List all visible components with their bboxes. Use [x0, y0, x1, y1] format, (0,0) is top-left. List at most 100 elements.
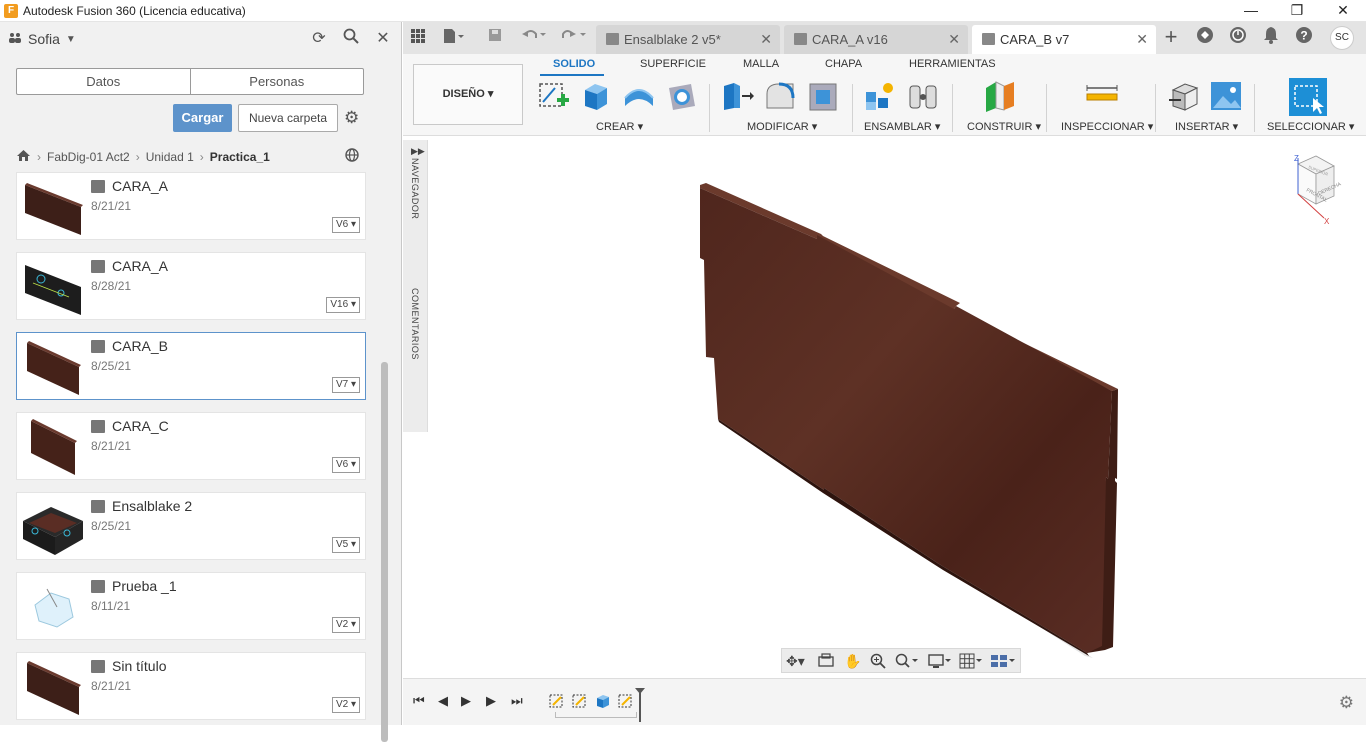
tab-solido[interactable]: SOLIDO [553, 58, 595, 70]
timeline-sketch-icon[interactable] [572, 693, 588, 709]
new-tab-icon[interactable]: + [1159, 24, 1183, 50]
job-status-icon[interactable] [1226, 26, 1250, 49]
version-badge[interactable]: V6 ▾ [331, 217, 360, 233]
minimize-button[interactable]: — [1228, 0, 1274, 22]
upload-button[interactable]: Cargar [173, 104, 232, 132]
list-item[interactable]: CARA_A 8/21/21 V6 ▾ [16, 172, 366, 240]
breadcrumb-project[interactable]: FabDig-01 Act2 [47, 150, 130, 164]
list-item[interactable]: Prueba _1 8/11/21 V2 ▾ [16, 572, 366, 640]
tab-datos[interactable]: Datos [17, 69, 191, 94]
group-inspeccionar[interactable]: INSPECCIONAR ▾ [1061, 120, 1153, 133]
play-icon[interactable]: ▶ [461, 693, 471, 709]
redo-icon[interactable] [561, 28, 587, 47]
tab-herramientas[interactable]: HERRAMIENTAS [909, 58, 996, 70]
create-sketch-icon[interactable] [537, 80, 571, 112]
version-badge[interactable]: V6 ▾ [331, 457, 360, 473]
gear-icon[interactable]: ⚙ [344, 108, 359, 128]
tab-malla[interactable]: MALLA [743, 58, 779, 70]
search-icon[interactable] [341, 28, 361, 49]
zoom-icon[interactable] [870, 653, 886, 672]
home-icon[interactable] [16, 149, 31, 165]
restore-button[interactable]: ❐ [1274, 0, 1320, 22]
chevron-down-icon[interactable]: ▼ [66, 34, 76, 45]
viewports-icon[interactable] [990, 653, 1016, 672]
refresh-icon[interactable]: ⟳ [309, 28, 329, 49]
display-settings-icon[interactable] [928, 653, 952, 672]
new-folder-button[interactable]: Nueva carpeta [238, 104, 338, 132]
go-to-start-icon[interactable]: ⏮ [413, 693, 425, 709]
joint-icon[interactable] [906, 80, 940, 112]
wood-panel-model[interactable] [700, 188, 1112, 653]
workspace-selector[interactable]: DISEÑO ▾ [413, 64, 523, 125]
insert-image-icon[interactable] [1209, 80, 1243, 112]
avatar[interactable]: SC [1330, 26, 1354, 50]
close-icon[interactable]: ✕ [948, 25, 960, 54]
list-item[interactable]: CARA_C 8/21/21 V6 ▾ [16, 412, 366, 480]
tab-chapa[interactable]: CHAPA [825, 58, 862, 70]
press-pull-icon[interactable] [720, 80, 754, 112]
tab-personas[interactable]: Personas [191, 69, 364, 94]
group-insertar[interactable]: INSERTAR ▾ [1175, 120, 1238, 133]
timeline-sketch-icon[interactable] [549, 693, 565, 709]
go-to-end-icon[interactable]: ⏭ [511, 693, 523, 709]
hole-icon[interactable] [665, 80, 699, 112]
version-badge[interactable]: V5 ▾ [331, 537, 360, 553]
group-modificar[interactable]: MODIFICAR ▾ [747, 120, 817, 133]
step-forward-icon[interactable]: ▶ [486, 693, 496, 709]
group-crear[interactable]: CREAR ▾ [596, 120, 643, 133]
list-item[interactable]: CARA_B 8/25/21 V7 ▾ [16, 332, 366, 400]
offset-plane-icon[interactable] [984, 80, 1018, 112]
pan-hand-icon[interactable]: ✋ [844, 653, 861, 670]
notifications-icon[interactable] [1259, 26, 1283, 49]
navigator-label[interactable]: NAVEGADOR [410, 158, 420, 219]
extrude-icon[interactable] [579, 80, 613, 112]
tab-superficie[interactable]: SUPERFICIE [640, 58, 706, 70]
fillet-icon[interactable] [763, 80, 797, 112]
group-seleccionar[interactable]: SELECCIONAR ▾ [1267, 120, 1354, 133]
tab-ensalblake[interactable]: Ensalblake 2 v5* ✕ [596, 25, 780, 54]
timeline-settings-icon[interactable]: ⚙ [1339, 693, 1354, 713]
help-icon[interactable]: ? [1292, 26, 1316, 49]
timeline-extrude-icon[interactable] [595, 693, 611, 709]
save-icon[interactable] [488, 28, 502, 47]
comments-label[interactable]: COMENTARIOS [410, 288, 420, 360]
new-component-icon[interactable] [862, 80, 896, 112]
timeline-sketch-icon[interactable] [618, 693, 634, 709]
extensions-icon[interactable] [1193, 26, 1217, 49]
step-back-icon[interactable]: ◀ [438, 693, 448, 709]
team-name[interactable]: Sofia [28, 31, 60, 47]
version-badge[interactable]: V7 ▾ [331, 377, 360, 393]
shell-icon[interactable] [806, 80, 840, 112]
close-icon[interactable]: ✕ [1136, 25, 1148, 54]
viewcube[interactable]: Z X FRONTAL DERECHA SUPERIOR [1284, 152, 1346, 228]
group-ensamblar[interactable]: ENSAMBLAR ▾ [864, 120, 940, 133]
select-icon[interactable] [1289, 78, 1327, 116]
undo-icon[interactable] [521, 28, 547, 47]
app-grid-icon[interactable] [410, 28, 426, 49]
close-window-button[interactable]: ✕ [1320, 0, 1366, 22]
look-at-icon[interactable] [818, 653, 834, 670]
version-badge[interactable]: V16 ▾ [326, 297, 360, 313]
list-item[interactable]: CARA_A 8/28/21 V16 ▾ [16, 252, 366, 320]
breadcrumb-folder[interactable]: Unidad 1 [146, 150, 194, 164]
tab-cara-b[interactable]: CARA_B v7 ✕ [972, 25, 1156, 54]
3d-viewport[interactable] [403, 136, 1366, 677]
revolve-icon[interactable] [622, 80, 656, 112]
expand-navigator-icon[interactable]: ▶▶ [411, 146, 425, 157]
fit-zoom-icon[interactable] [895, 653, 919, 672]
close-icon[interactable]: ✕ [760, 25, 772, 54]
file-menu-icon[interactable] [443, 28, 465, 49]
list-item[interactable]: Ensalblake 2 8/25/21 V5 ▾ [16, 492, 366, 560]
tab-cara-a[interactable]: CARA_A v16 ✕ [784, 25, 968, 54]
grid-settings-icon[interactable] [959, 653, 983, 672]
insert-derive-icon[interactable] [1167, 80, 1201, 112]
globe-icon[interactable] [345, 148, 361, 168]
navigator-panel[interactable]: ▶▶ NAVEGADOR COMENTARIOS [403, 140, 428, 432]
file-list-scrollbar[interactable] [381, 362, 388, 742]
orbit-icon[interactable]: ✥▾ [786, 653, 805, 670]
measure-icon[interactable] [1085, 80, 1119, 112]
version-badge[interactable]: V2 ▾ [331, 697, 360, 713]
close-panel-icon[interactable]: ✕ [373, 28, 393, 49]
list-item[interactable]: Sin título 8/21/21 V2 ▾ [16, 652, 366, 720]
version-badge[interactable]: V2 ▾ [331, 617, 360, 633]
